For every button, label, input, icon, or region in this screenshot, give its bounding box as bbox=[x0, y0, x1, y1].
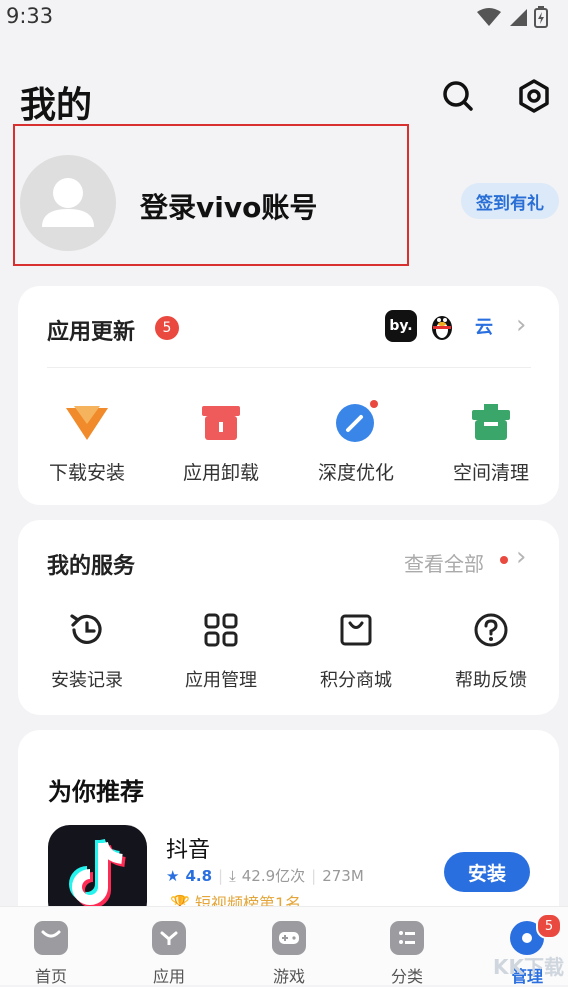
avatar[interactable] bbox=[20, 155, 116, 251]
app-size: 273M bbox=[322, 866, 364, 885]
category-icon bbox=[390, 921, 424, 955]
tab-category[interactable]: 分类 bbox=[362, 921, 452, 987]
page-title: 我的 bbox=[20, 85, 93, 126]
login-link[interactable]: 登录vivo账号 bbox=[140, 186, 317, 226]
tool-clean[interactable]: 空间清理 bbox=[436, 398, 546, 485]
install-button[interactable]: 安装 bbox=[444, 852, 530, 892]
uninstall-icon bbox=[197, 398, 245, 446]
bottom-tab-bar: 首页 应用 游戏 分类 5 管理 bbox=[0, 906, 568, 987]
apps-icon bbox=[152, 921, 186, 955]
meta-separator: | bbox=[311, 866, 317, 885]
help-icon bbox=[467, 606, 515, 654]
service-help-feedback[interactable]: 帮助反馈 bbox=[436, 606, 546, 692]
manage-badge: 5 bbox=[536, 913, 562, 939]
service-app-manage[interactable]: 应用管理 bbox=[166, 606, 276, 692]
app-rating: 4.8 bbox=[185, 866, 213, 885]
checkin-button[interactable]: 签到有礼 bbox=[461, 183, 559, 219]
updates-chevron-icon[interactable]: › bbox=[516, 310, 526, 340]
recommend-title-text: 为你推荐 bbox=[48, 778, 144, 806]
service-label: 积分商城 bbox=[320, 670, 392, 691]
download-count-icon: ⤓ bbox=[229, 866, 236, 885]
optimize-icon bbox=[332, 398, 380, 446]
battery-icon bbox=[534, 6, 548, 28]
tool-label: 下载安装 bbox=[48, 462, 125, 484]
tab-home[interactable]: 首页 bbox=[6, 921, 96, 987]
app-name[interactable]: 抖音 bbox=[166, 832, 210, 864]
history-icon bbox=[63, 606, 111, 654]
tool-download[interactable]: 下载安装 bbox=[32, 398, 142, 485]
penguin-icon bbox=[432, 316, 452, 340]
status-bar: 9:33 bbox=[0, 0, 568, 34]
tool-label: 空间清理 bbox=[452, 462, 529, 484]
app-downloads: 42.9亿次 bbox=[241, 867, 306, 885]
user-icon bbox=[42, 178, 94, 227]
meta-separator: | bbox=[218, 866, 224, 885]
download-icon bbox=[63, 398, 111, 446]
services-card: 我的服务 查看全部 › 安装记录 应用管理 积分商城 帮助反馈 bbox=[18, 520, 559, 715]
services-chevron-icon[interactable]: › bbox=[516, 542, 526, 572]
see-all-link[interactable]: 查看全部 bbox=[404, 548, 484, 577]
recommend-title: 为你推荐 bbox=[48, 772, 144, 809]
star-icon: ★ bbox=[166, 866, 180, 885]
updates-card: 应用更新 5 by. 云 › 下载安装 应用卸载 深度优化 空间清理 bbox=[18, 286, 559, 505]
service-label: 安装记录 bbox=[51, 670, 123, 691]
update-thumb-cloud: 云 bbox=[475, 317, 493, 338]
tool-optimize[interactable]: 深度优化 bbox=[301, 398, 411, 485]
tool-label: 应用卸载 bbox=[182, 462, 259, 484]
status-icons bbox=[476, 6, 548, 28]
status-time: 9:33 bbox=[6, 4, 54, 28]
tool-uninstall[interactable]: 应用卸载 bbox=[166, 398, 276, 485]
services-title: 我的服务 bbox=[47, 554, 136, 579]
update-thumb-by: by. bbox=[385, 310, 417, 342]
watermark: KK下载 bbox=[493, 955, 564, 979]
tab-label: 游戏 bbox=[272, 967, 305, 986]
service-label: 帮助反馈 bbox=[455, 670, 527, 691]
tool-label: 深度优化 bbox=[317, 462, 394, 484]
wifi-icon bbox=[477, 8, 501, 26]
gear-icon[interactable] bbox=[514, 76, 554, 116]
updates-badge: 5 bbox=[155, 316, 179, 340]
services-red-dot bbox=[500, 556, 508, 564]
divider bbox=[47, 367, 531, 368]
service-install-history[interactable]: 安装记录 bbox=[32, 606, 142, 692]
update-thumb-qq bbox=[426, 310, 458, 342]
clean-icon bbox=[467, 398, 515, 446]
tab-apps[interactable]: 应用 bbox=[124, 921, 214, 987]
updates-title[interactable]: 应用更新 bbox=[47, 314, 135, 346]
service-points-mall[interactable]: 积分商城 bbox=[301, 606, 411, 692]
tab-label: 分类 bbox=[390, 967, 423, 986]
tab-label: 首页 bbox=[34, 967, 67, 986]
shopping-bag-icon bbox=[332, 606, 380, 654]
app-grid-icon bbox=[197, 606, 245, 654]
gamepad-icon bbox=[272, 921, 306, 955]
app-meta: ★ 4.8 | ⤓ 42.9亿次 | 273M bbox=[166, 865, 364, 886]
service-label: 应用管理 bbox=[185, 670, 257, 691]
signal-icon bbox=[510, 9, 527, 26]
home-icon bbox=[34, 921, 68, 955]
search-icon[interactable] bbox=[438, 76, 478, 116]
tab-label: 应用 bbox=[152, 967, 185, 986]
tab-games[interactable]: 游戏 bbox=[244, 921, 334, 987]
